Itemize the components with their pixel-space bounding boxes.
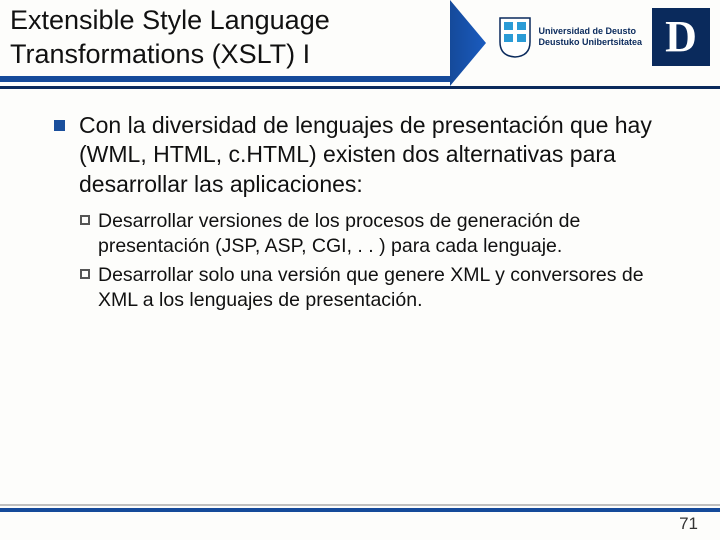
university-name-1: Universidad de Deusto [538,26,642,37]
sub-bullet-text: Desarrollar versiones de los procesos de… [98,209,682,259]
slide-footer: 71 [0,504,720,540]
slide-header: Extensible Style Language Transformation… [0,0,720,89]
university-name-2: Deustuko Unibertsitatea [538,37,642,48]
sub-bullet-list: Desarrollar versiones de los procesos de… [80,209,682,313]
sub-bullet-text: Desarrollar solo una versión que genere … [98,263,682,313]
main-bullet: Con la diversidad de lenguajes de presen… [54,111,682,199]
slide-title: Extensible Style Language Transformation… [10,4,440,72]
list-item: Desarrollar versiones de los procesos de… [80,209,682,259]
slide-content: Con la diversidad de lenguajes de presen… [0,89,720,313]
list-item: Desarrollar solo una versión que genere … [80,263,682,313]
main-bullet-text: Con la diversidad de lenguajes de presen… [79,111,682,199]
hollow-square-icon [80,269,90,279]
title-underline [0,76,450,82]
chevron-accent [450,0,486,86]
shield-icon [498,16,532,58]
page-number: 71 [679,514,698,534]
university-logo: Universidad de Deusto Deustuko Unibertsi… [498,8,710,66]
footer-divider-light [0,504,720,506]
logo-d-mark: D [652,8,710,66]
footer-divider-accent [0,508,720,512]
logo-letter: D [665,15,697,59]
square-bullet-icon [54,120,65,131]
hollow-square-icon [80,215,90,225]
